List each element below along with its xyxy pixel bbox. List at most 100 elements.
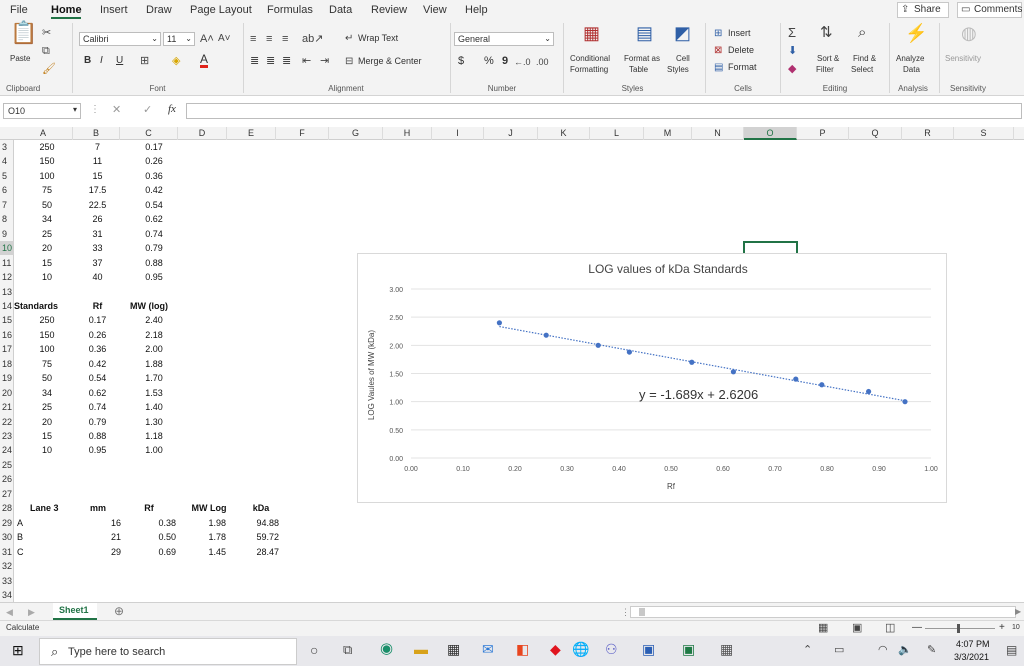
confirm-icon[interactable]: ✓ — [143, 103, 152, 117]
row-header-11[interactable]: 11 — [0, 256, 14, 270]
cell-a[interactable]: 15 — [22, 256, 72, 270]
zoom-in-button[interactable]: + — [999, 622, 1005, 633]
cell-c[interactable]: 0.26 — [129, 154, 179, 168]
column-header-d[interactable]: D — [178, 127, 227, 140]
orientation-icon[interactable]: ab↗ — [302, 32, 323, 46]
office-icon[interactable]: ◧ — [516, 642, 529, 656]
clock-time[interactable]: 4:07 PM — [956, 639, 990, 649]
cell-styles-button[interactable]: ◩ Cell Styles — [666, 24, 700, 82]
font-name-select[interactable]: Calibri ⌄ — [79, 32, 161, 46]
tab-split-icon[interactable]: ⋮ — [621, 605, 630, 619]
tab-insert[interactable]: Insert — [100, 4, 128, 16]
row-header-8[interactable]: 8 — [0, 212, 14, 226]
sort-filter-button[interactable]: ⇅ Sort & Filter — [812, 24, 848, 82]
cell-c[interactable]: 0.74 — [129, 227, 179, 241]
row-header-16[interactable]: 16 — [0, 328, 14, 342]
column-header-p[interactable]: P — [797, 127, 849, 140]
insert-function-button[interactable]: fx — [168, 103, 176, 115]
sensitivity-button[interactable]: ◍ Sensitivity — [943, 24, 993, 82]
row-header-12[interactable]: 12 — [0, 270, 14, 284]
cell-d[interactable]: 1.45 — [174, 545, 226, 559]
row-header-29[interactable]: 29 — [0, 516, 14, 530]
volume-icon[interactable]: 🔈 — [898, 643, 912, 657]
wrap-text-button[interactable]: ↵ Wrap Text — [345, 32, 425, 46]
cell-b[interactable]: 0.42 — [74, 357, 121, 371]
format-painter-icon[interactable]: 🖌 — [42, 62, 56, 76]
trendline-equation[interactable]: y = -1.689x + 2.6206 — [639, 387, 758, 402]
format-as-table-button[interactable]: ▤ Format as Table — [622, 24, 666, 82]
row-header-26[interactable]: 26 — [0, 472, 14, 486]
column-header-s[interactable]: S — [954, 127, 1014, 140]
cell-b[interactable]: 22.5 — [74, 198, 121, 212]
cell-b[interactable]: 0.95 — [74, 443, 121, 457]
cell-b[interactable]: 11 — [74, 154, 121, 168]
page-break-view-icon[interactable]: ◫ — [885, 621, 895, 635]
cell-b[interactable]: 0.62 — [74, 386, 121, 400]
decrease-font-icon[interactable]: A˅ — [218, 32, 231, 46]
cell-a[interactable]: 15 — [22, 429, 72, 443]
font-color-icon[interactable]: A — [200, 53, 209, 68]
cortana-icon[interactable]: ○ — [310, 643, 318, 657]
row-header-33[interactable]: 33 — [0, 574, 14, 588]
tab-home[interactable]: Home — [51, 4, 82, 16]
cell-b[interactable]: 0.36 — [74, 342, 121, 356]
paste-button[interactable]: 📋 Paste — [6, 22, 37, 64]
cell-c[interactable]: 1.70 — [129, 371, 179, 385]
calculator-icon[interactable]: ▦ — [720, 642, 733, 656]
column-header-l[interactable]: L — [590, 127, 644, 140]
tab-formulas[interactable]: Formulas — [267, 4, 313, 16]
decrease-indent-icon[interactable]: ⇤ — [302, 54, 311, 68]
teams-icon[interactable]: ⚇ — [605, 642, 618, 656]
tab-review[interactable]: Review — [371, 4, 407, 16]
normal-view-icon[interactable]: ▦ — [818, 621, 828, 635]
cell-a[interactable]: 25 — [22, 400, 72, 414]
battery-icon[interactable]: ▭ — [834, 643, 844, 657]
row-header-4[interactable]: 4 — [0, 154, 14, 168]
row-header-34[interactable]: 34 — [0, 588, 14, 602]
insert-cells-button[interactable]: ⊞ Insert — [714, 27, 774, 41]
cell-b[interactable]: 29 — [74, 545, 121, 559]
tab-help[interactable]: Help — [465, 4, 488, 16]
cell-b[interactable]: 0.54 — [74, 371, 121, 385]
column-header-q[interactable]: Q — [849, 127, 902, 140]
table-header[interactable]: Standards — [14, 299, 74, 313]
scroll-right-arrow-icon[interactable]: ▶ — [1015, 605, 1021, 619]
table-header[interactable]: MW Log — [179, 501, 239, 515]
underline-button[interactable]: U — [116, 55, 123, 66]
cell-c[interactable]: 0.69 — [124, 545, 176, 559]
fill-icon[interactable]: ⬇ — [788, 44, 797, 58]
cell-a[interactable]: 75 — [22, 183, 72, 197]
table-header[interactable]: Rf — [74, 299, 121, 313]
file-explorer-icon[interactable]: ▬ — [414, 642, 428, 656]
conditional-formatting-button[interactable]: ▦ Conditional Formatting — [567, 24, 619, 82]
bold-button[interactable]: B — [84, 55, 91, 66]
share-button[interactable]: ⇪ Share — [897, 2, 949, 18]
page-layout-view-icon[interactable]: ▣ — [852, 621, 862, 635]
align-middle-icon[interactable]: ≡ — [266, 32, 272, 46]
copy-icon[interactable]: ⧉ — [42, 44, 50, 58]
autosum-icon[interactable]: Σ — [788, 26, 796, 40]
cell-b[interactable]: 40 — [74, 270, 121, 284]
formula-input[interactable] — [186, 103, 1022, 119]
cell-b[interactable]: 0.74 — [74, 400, 121, 414]
row-header-15[interactable]: 15 — [0, 313, 14, 327]
cell-b[interactable]: 33 — [74, 241, 121, 255]
tab-data[interactable]: Data — [329, 4, 352, 16]
row-header-19[interactable]: 19 — [0, 371, 14, 385]
cell-d[interactable]: 1.78 — [174, 530, 226, 544]
column-header-i[interactable]: I — [432, 127, 484, 140]
cell-b[interactable]: 16 — [74, 516, 121, 530]
scroll-left-icon[interactable]: ◀ — [6, 605, 13, 619]
task-view-icon[interactable]: ⧉ — [343, 643, 352, 657]
pdf-icon[interactable]: ◆ — [550, 642, 561, 656]
row-header-31[interactable]: 31 — [0, 545, 14, 559]
cell-c[interactable]: 1.53 — [129, 386, 179, 400]
cell-a[interactable]: B — [17, 530, 37, 544]
cell-e[interactable]: 28.47 — [227, 545, 279, 559]
tab-page-layout[interactable]: Page Layout — [190, 4, 252, 16]
cell-a[interactable]: A — [17, 516, 37, 530]
cell-a[interactable]: 250 — [22, 140, 72, 154]
system-tray-expand-icon[interactable]: ⌃ — [803, 643, 812, 657]
add-sheet-icon[interactable]: ⊕ — [114, 604, 124, 618]
cell-c[interactable]: 2.18 — [129, 328, 179, 342]
